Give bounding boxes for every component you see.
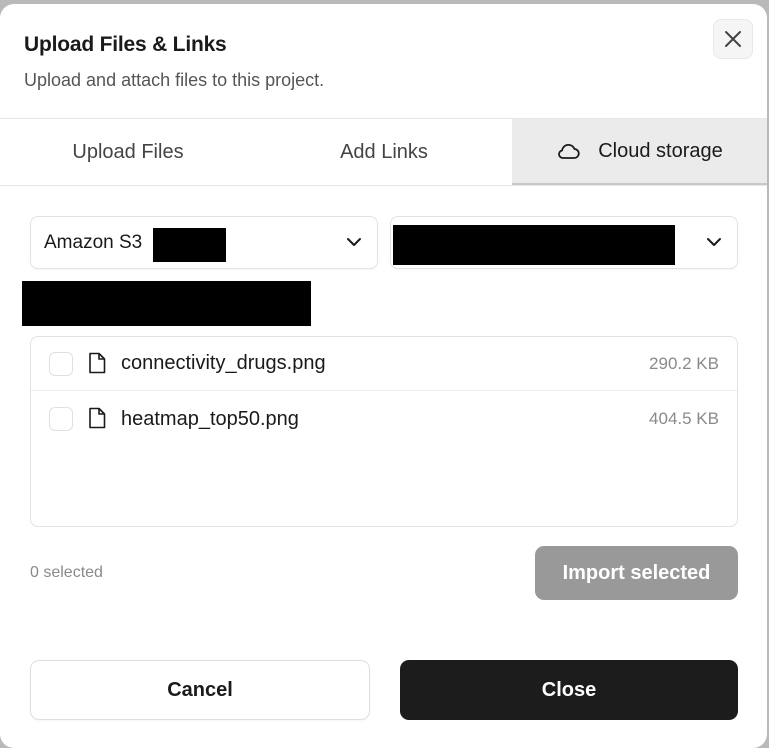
dialog-close-button[interactable] <box>713 19 753 59</box>
cloud-icon <box>556 142 580 160</box>
tab-cloud-storage[interactable]: Cloud storage <box>512 119 767 185</box>
redacted-path <box>22 281 311 326</box>
selected-count: 0 selected <box>30 564 103 581</box>
tab-label: Add Links <box>340 140 428 163</box>
tab-label: Cloud storage <box>598 139 723 162</box>
dialog-subtitle: Upload and attach files to this project. <box>24 70 325 90</box>
file-name: heatmap_top50.png <box>121 407 299 430</box>
close-icon <box>725 31 741 47</box>
provider-select[interactable]: Amazon S3 <box>30 216 378 269</box>
list-item[interactable]: connectivity_drugs.png 290.2 KB <box>31 337 737 391</box>
redacted-block <box>153 228 226 262</box>
cancel-button[interactable]: Cancel <box>30 660 370 720</box>
file-icon <box>89 352 106 374</box>
import-selected-button[interactable]: Import selected <box>535 546 738 600</box>
chevron-down-icon <box>347 238 361 246</box>
dialog-header: Upload Files & Links Upload and attach f… <box>0 4 767 118</box>
redacted-block <box>393 225 675 265</box>
file-list: connectivity_drugs.png 290.2 KB heatmap_… <box>30 336 738 527</box>
close-button[interactable]: Close <box>400 660 738 720</box>
file-name: connectivity_drugs.png <box>121 352 326 374</box>
chevron-down-icon <box>707 238 721 246</box>
tab-upload-files[interactable]: Upload Files <box>0 119 256 185</box>
file-checkbox[interactable] <box>49 351 73 376</box>
file-icon <box>89 407 106 429</box>
bucket-select[interactable] <box>390 216 738 269</box>
dialog-title: Upload Files & Links <box>24 33 227 56</box>
tab-label: Upload Files <box>72 140 184 163</box>
file-size: 290.2 KB <box>649 353 719 373</box>
provider-select-value: Amazon S3 <box>44 231 143 253</box>
file-size: 404.5 KB <box>649 409 719 428</box>
tab-add-links[interactable]: Add Links <box>256 119 512 185</box>
upload-dialog: Upload Files & Links Upload and attach f… <box>0 4 767 748</box>
file-checkbox[interactable] <box>49 407 73 431</box>
list-item[interactable]: heatmap_top50.png 404.5 KB <box>31 392 737 446</box>
tab-bar: Upload Files Add Links Cloud storage <box>0 118 767 186</box>
